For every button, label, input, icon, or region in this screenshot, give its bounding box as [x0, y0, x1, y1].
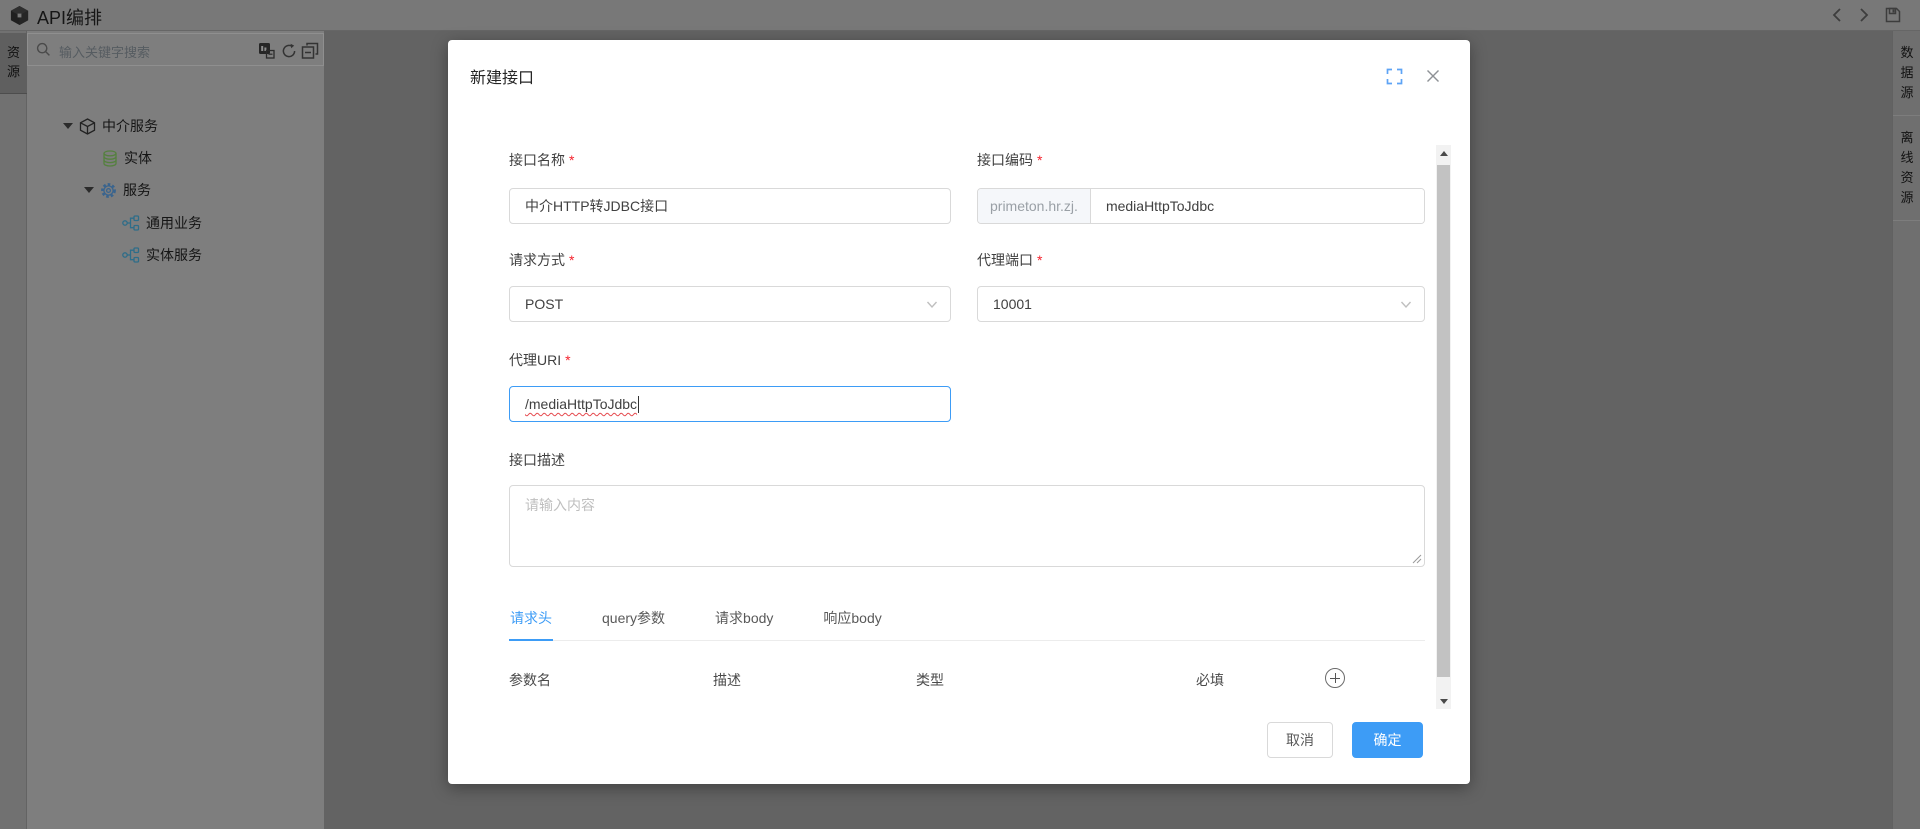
proxy-port-select[interactable]: 10001 [977, 286, 1425, 322]
app-window: API编排 资 源 输入关键字搜索 中介服务 实体 服务 通用业务 实体服务 数… [0, 0, 1920, 829]
scroll-down-icon[interactable] [1436, 693, 1451, 709]
api-description-textarea[interactable]: 请输入内容 [509, 485, 1425, 567]
api-name-input[interactable]: 中介HTTP转JDBC接口 [509, 188, 951, 224]
plus-circle-icon[interactable] [1325, 668, 1345, 688]
chevron-down-icon [926, 301, 938, 309]
api-name-label: 接口名称 * [509, 152, 575, 168]
tab-request-header[interactable]: 请求头 [509, 602, 553, 641]
tab-request-body[interactable]: 请求body [714, 602, 774, 640]
cancel-button[interactable]: 取消 [1267, 722, 1333, 758]
proxy-uri-input[interactable]: /mediaHttpToJdbc [509, 386, 951, 422]
resize-handle-icon[interactable] [1412, 554, 1422, 564]
fullscreen-icon[interactable] [1386, 68, 1403, 85]
text-cursor [638, 395, 640, 413]
ok-button[interactable]: 确定 [1352, 722, 1423, 758]
api-code-input[interactable]: mediaHttpToJdbc [1090, 189, 1424, 223]
col-type: 类型 [916, 672, 944, 688]
api-code-prefix: primeton.hr.zj. [978, 189, 1091, 223]
dialog-title: 新建接口 [470, 70, 535, 87]
proxy-uri-label: 代理URI * [509, 352, 571, 368]
required-mark: * [565, 352, 571, 368]
textarea-placeholder: 请输入内容 [525, 497, 595, 513]
col-param-name: 参数名 [509, 672, 551, 688]
api-description-label: 接口描述 [509, 452, 565, 468]
new-api-dialog: 新建接口 接口名称 * 中介HTTP转JDBC接口 接口编码 * primeton.… [448, 40, 1470, 784]
chevron-down-icon [1400, 301, 1412, 309]
col-required: 必填 [1196, 672, 1224, 688]
request-method-select[interactable]: POST [509, 286, 951, 322]
modal-scrollbar[interactable] [1436, 145, 1451, 709]
param-tabs: 请求头 query参数 请求body 响应body [509, 602, 1425, 641]
tab-query-params[interactable]: query参数 [601, 602, 666, 640]
proxy-port-label: 代理端口 * [977, 252, 1043, 268]
param-table-header: 参数名 描述 类型 必填 [509, 666, 1425, 696]
col-description: 描述 [713, 672, 741, 688]
api-code-label: 接口编码 * [977, 152, 1043, 168]
request-method-label: 请求方式 * [509, 252, 575, 268]
api-code-input-group: primeton.hr.zj. mediaHttpToJdbc [977, 188, 1425, 224]
required-mark: * [569, 152, 575, 168]
scrollbar-thumb[interactable] [1437, 165, 1450, 677]
required-mark: * [569, 252, 575, 268]
required-mark: * [1037, 152, 1043, 168]
close-icon[interactable] [1425, 68, 1441, 84]
tab-response-body[interactable]: 响应body [822, 602, 882, 640]
scroll-up-icon[interactable] [1436, 145, 1451, 161]
required-mark: * [1037, 252, 1043, 268]
